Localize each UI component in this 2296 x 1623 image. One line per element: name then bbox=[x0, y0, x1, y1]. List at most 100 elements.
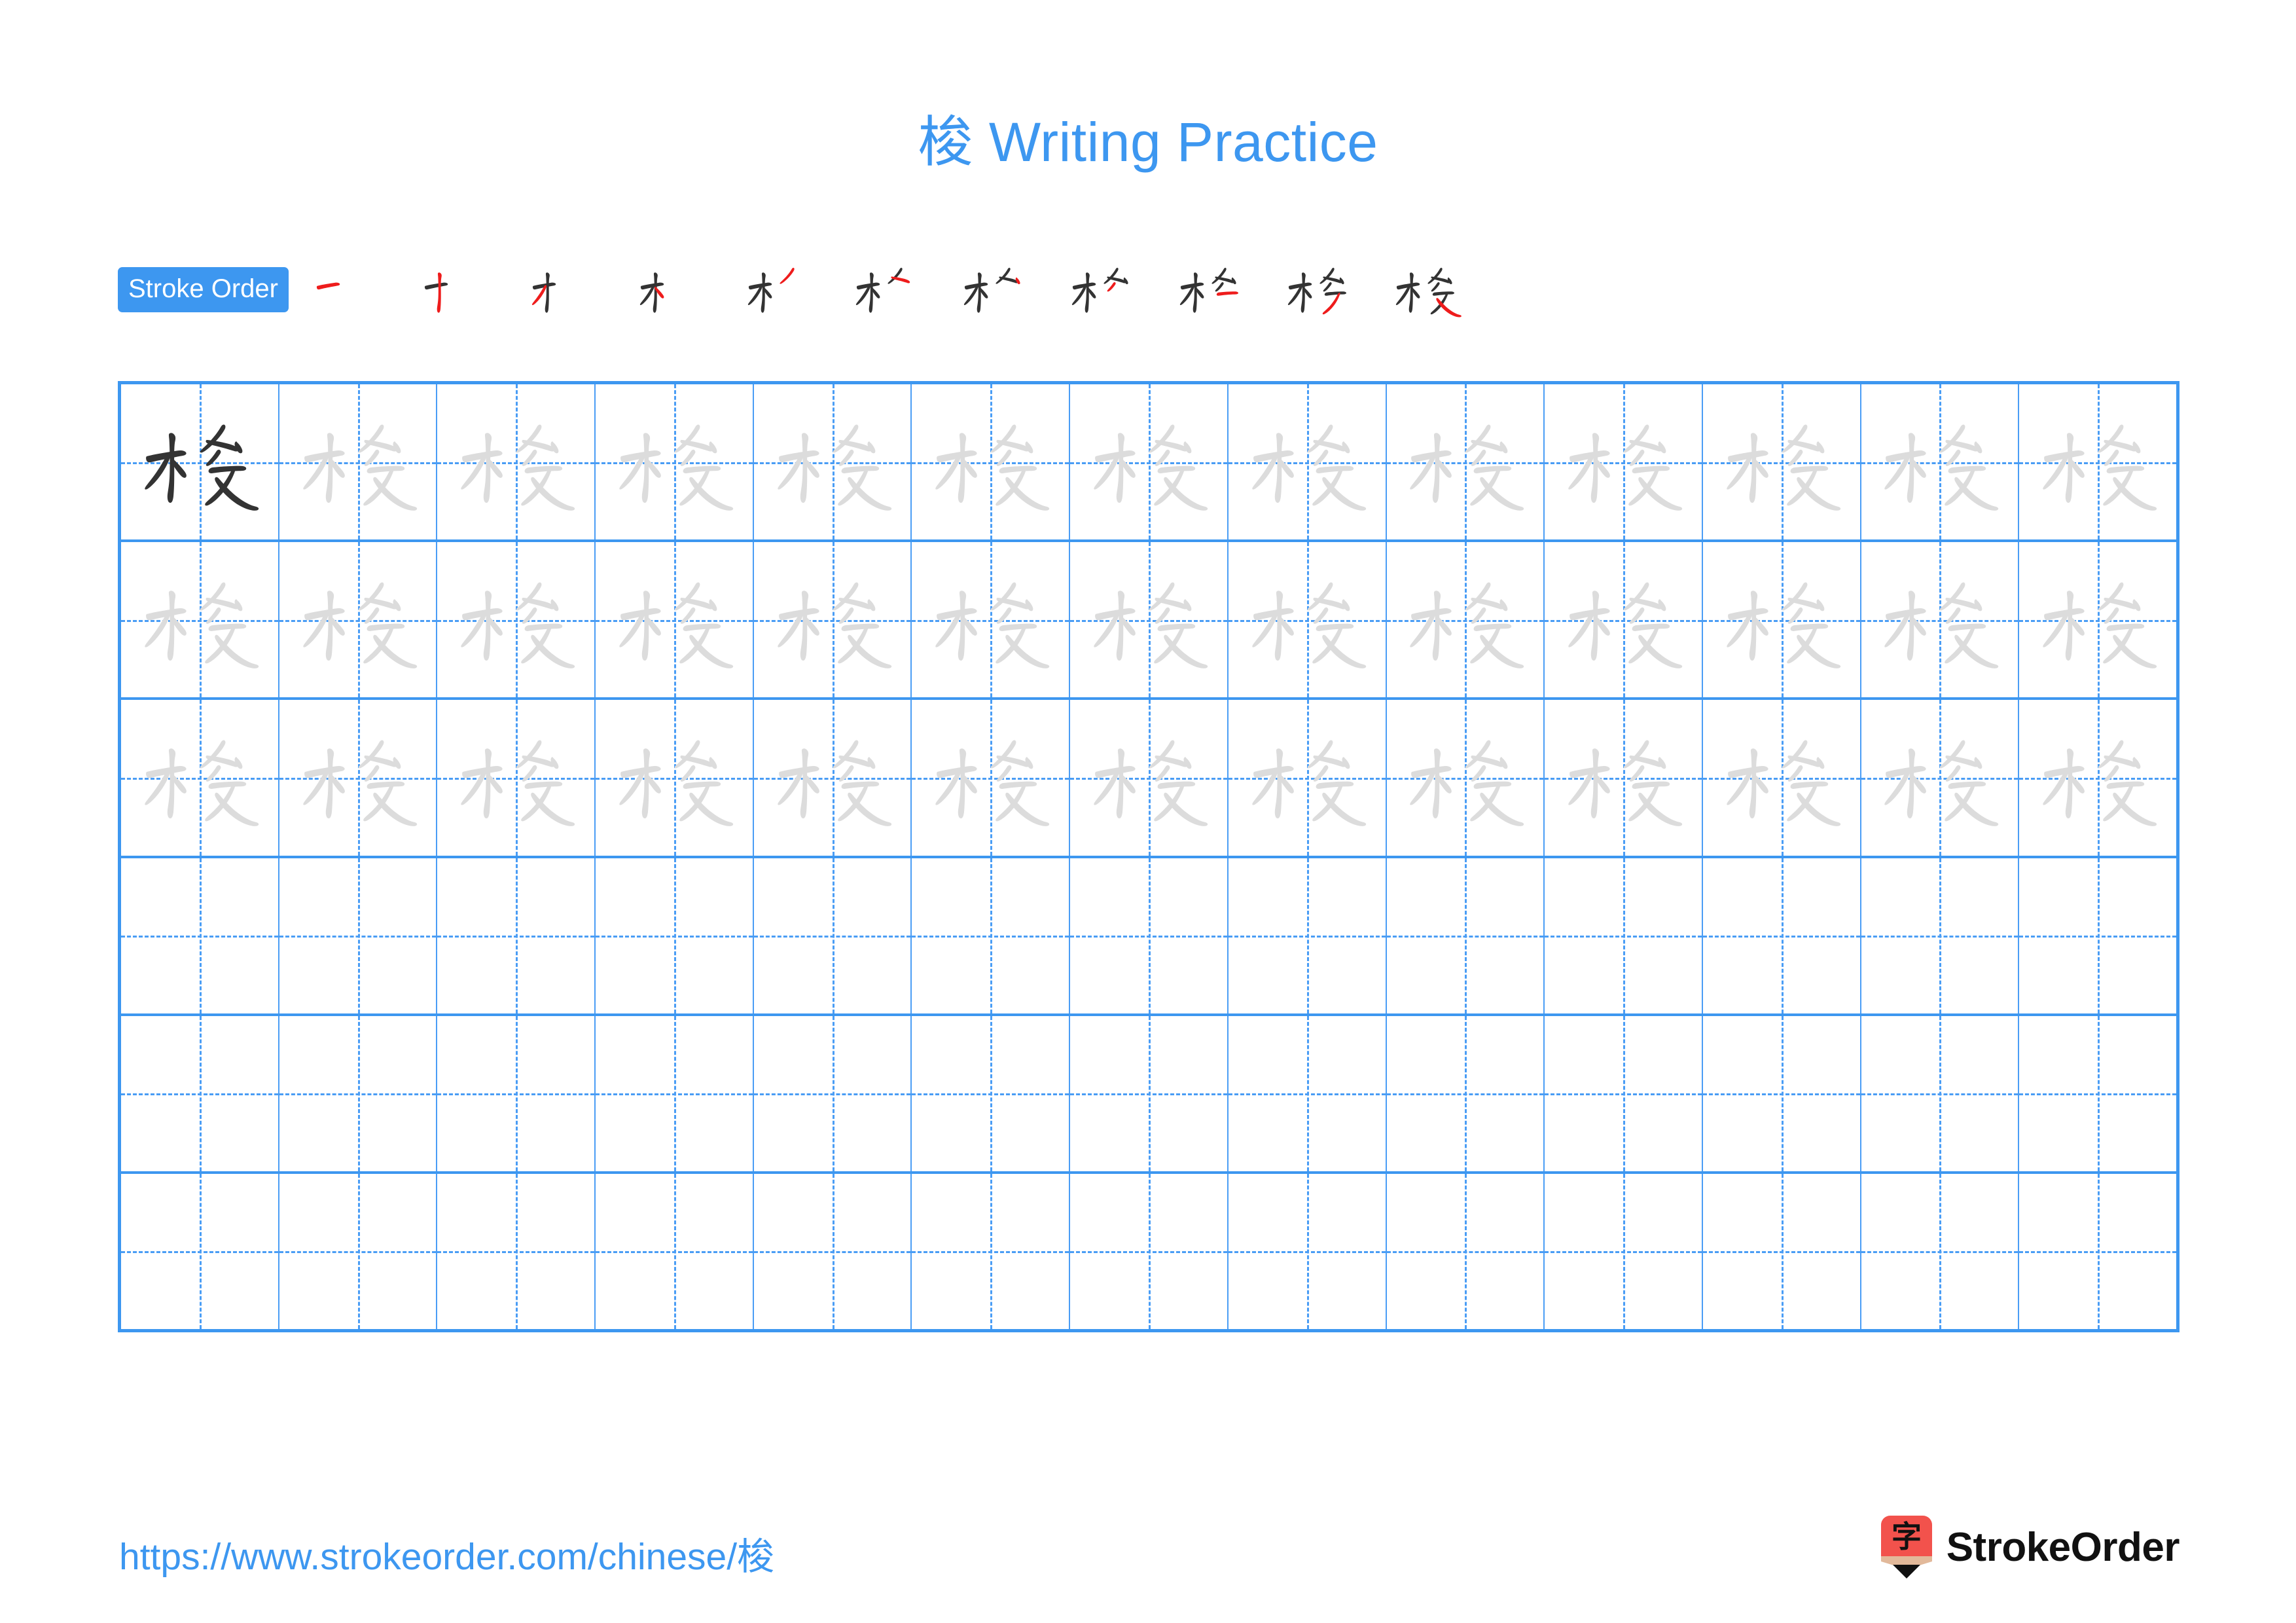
practice-cell-r2c2[interactable] bbox=[279, 542, 438, 698]
practice-cell-r2c11[interactable] bbox=[1702, 542, 1861, 698]
footer-url-prefix: https://www.strokeorder.com/chinese/ bbox=[119, 1536, 738, 1578]
page-title-suffix: Writing Practice bbox=[973, 111, 1378, 173]
practice-cell-r2c10[interactable] bbox=[1545, 542, 1703, 698]
practice-cell-r4c4[interactable] bbox=[596, 858, 754, 1013]
practice-cell-r6c6[interactable] bbox=[912, 1173, 1071, 1330]
practice-cell-r2c13[interactable] bbox=[2019, 542, 2176, 698]
stroke-order-step-4 bbox=[618, 250, 726, 329]
practice-cell-r6c11[interactable] bbox=[1702, 1173, 1861, 1330]
stroke-order-step-5 bbox=[726, 250, 834, 329]
practice-cell-r6c2[interactable] bbox=[279, 1173, 438, 1330]
practice-grid-row-5 bbox=[121, 1015, 2176, 1174]
practice-cell-r2c4[interactable] bbox=[596, 542, 754, 698]
stroke-order-step-3 bbox=[510, 250, 618, 329]
practice-cell-r3c7[interactable] bbox=[1070, 700, 1229, 856]
practice-cell-r1c2[interactable] bbox=[279, 384, 438, 540]
practice-cell-r2c8[interactable] bbox=[1228, 542, 1387, 698]
practice-cell-r5c7[interactable] bbox=[1070, 1015, 1229, 1171]
stroke-order-step-10 bbox=[1266, 250, 1374, 329]
practice-cell-r1c11[interactable] bbox=[1702, 384, 1861, 540]
practice-cell-r6c8[interactable] bbox=[1228, 1173, 1387, 1330]
practice-cell-r4c7[interactable] bbox=[1070, 858, 1229, 1013]
practice-cell-r1c5[interactable] bbox=[753, 384, 912, 540]
practice-cell-r3c13[interactable] bbox=[2019, 700, 2176, 856]
practice-cell-r1c9[interactable] bbox=[1386, 384, 1545, 540]
practice-cell-r6c10[interactable] bbox=[1545, 1173, 1703, 1330]
practice-cell-r2c12[interactable] bbox=[1861, 542, 2020, 698]
practice-cell-r1c3[interactable] bbox=[437, 384, 596, 540]
practice-grid-row-4 bbox=[121, 858, 2176, 1016]
stroke-order-step-9 bbox=[1158, 250, 1266, 329]
practice-cell-r3c10[interactable] bbox=[1545, 700, 1703, 856]
practice-cell-r4c11[interactable] bbox=[1702, 858, 1861, 1013]
practice-cell-r2c5[interactable] bbox=[753, 542, 912, 698]
footer-url[interactable]: https://www.strokeorder.com/chinese/梭 bbox=[119, 1527, 774, 1580]
practice-cell-r3c2[interactable] bbox=[279, 700, 438, 856]
practice-cell-r3c8[interactable] bbox=[1228, 700, 1387, 856]
practice-cell-r5c3[interactable] bbox=[437, 1015, 596, 1171]
practice-cell-r1c10[interactable] bbox=[1545, 384, 1703, 540]
practice-cell-r4c3[interactable] bbox=[437, 858, 596, 1013]
practice-cell-r2c7[interactable] bbox=[1070, 542, 1229, 698]
practice-cell-r3c1[interactable] bbox=[121, 700, 279, 856]
strokeorder-pencil-logo-icon: 字 bbox=[1880, 1516, 1932, 1578]
practice-cell-r3c3[interactable] bbox=[437, 700, 596, 856]
practice-cell-r6c5[interactable] bbox=[753, 1173, 912, 1330]
practice-cell-r3c11[interactable] bbox=[1702, 700, 1861, 856]
practice-cell-r6c3[interactable] bbox=[437, 1173, 596, 1330]
practice-cell-r6c4[interactable] bbox=[596, 1173, 754, 1330]
practice-cell-r2c9[interactable] bbox=[1386, 542, 1545, 698]
practice-cell-r5c2[interactable] bbox=[279, 1015, 438, 1171]
practice-cell-r5c8[interactable] bbox=[1228, 1015, 1387, 1171]
practice-cell-r4c10[interactable] bbox=[1545, 858, 1703, 1013]
practice-cell-r6c1[interactable] bbox=[121, 1173, 279, 1330]
practice-cell-r6c9[interactable] bbox=[1386, 1173, 1545, 1330]
practice-grid bbox=[118, 381, 2179, 1332]
practice-cell-r6c13[interactable] bbox=[2019, 1173, 2176, 1330]
practice-cell-r4c9[interactable] bbox=[1386, 858, 1545, 1013]
practice-cell-r2c1[interactable] bbox=[121, 542, 279, 698]
practice-cell-r3c6[interactable] bbox=[912, 700, 1071, 856]
practice-cell-r2c3[interactable] bbox=[437, 542, 596, 698]
practice-cell-r1c1[interactable] bbox=[121, 384, 279, 540]
practice-cell-r5c6[interactable] bbox=[912, 1015, 1071, 1171]
practice-cell-r5c12[interactable] bbox=[1861, 1015, 2020, 1171]
practice-cell-r3c5[interactable] bbox=[753, 700, 912, 856]
practice-cell-r4c2[interactable] bbox=[279, 858, 438, 1013]
practice-cell-r3c12[interactable] bbox=[1861, 700, 2020, 856]
practice-cell-r5c13[interactable] bbox=[2019, 1015, 2176, 1171]
practice-grid-row-2 bbox=[121, 542, 2176, 701]
practice-cell-r3c9[interactable] bbox=[1386, 700, 1545, 856]
page-title-character: 梭 bbox=[918, 110, 974, 174]
practice-cell-r4c13[interactable] bbox=[2019, 858, 2176, 1013]
practice-cell-r1c13[interactable] bbox=[2019, 384, 2176, 540]
stroke-order-step-11 bbox=[1374, 250, 1482, 329]
practice-cell-r4c12[interactable] bbox=[1861, 858, 2020, 1013]
practice-cell-r5c10[interactable] bbox=[1545, 1015, 1703, 1171]
practice-cell-r1c7[interactable] bbox=[1070, 384, 1229, 540]
page-title: 梭 Writing Practice bbox=[0, 98, 2296, 177]
practice-cell-r4c5[interactable] bbox=[753, 858, 912, 1013]
svg-text:字: 字 bbox=[1892, 1519, 1922, 1554]
practice-cell-r4c8[interactable] bbox=[1228, 858, 1387, 1013]
footer-url-character: 梭 bbox=[737, 1535, 775, 1578]
practice-cell-r4c1[interactable] bbox=[121, 858, 279, 1013]
practice-cell-r5c11[interactable] bbox=[1702, 1015, 1861, 1171]
practice-cell-r5c5[interactable] bbox=[753, 1015, 912, 1171]
practice-cell-r1c6[interactable] bbox=[912, 384, 1071, 540]
practice-cell-r5c1[interactable] bbox=[121, 1015, 279, 1171]
stroke-order-step-6 bbox=[834, 250, 942, 329]
practice-cell-r1c8[interactable] bbox=[1228, 384, 1387, 540]
stroke-order-step-7 bbox=[942, 250, 1050, 329]
practice-cell-r4c6[interactable] bbox=[912, 858, 1071, 1013]
practice-cell-r6c12[interactable] bbox=[1861, 1173, 2020, 1330]
practice-grid-row-1 bbox=[121, 384, 2176, 543]
practice-cell-r3c4[interactable] bbox=[596, 700, 754, 856]
practice-cell-r1c12[interactable] bbox=[1861, 384, 2020, 540]
practice-cell-r5c4[interactable] bbox=[596, 1015, 754, 1171]
practice-cell-r6c7[interactable] bbox=[1070, 1173, 1229, 1330]
stroke-order-step-1 bbox=[294, 250, 402, 329]
practice-cell-r1c4[interactable] bbox=[596, 384, 754, 540]
practice-cell-r5c9[interactable] bbox=[1386, 1015, 1545, 1171]
practice-cell-r2c6[interactable] bbox=[912, 542, 1071, 698]
